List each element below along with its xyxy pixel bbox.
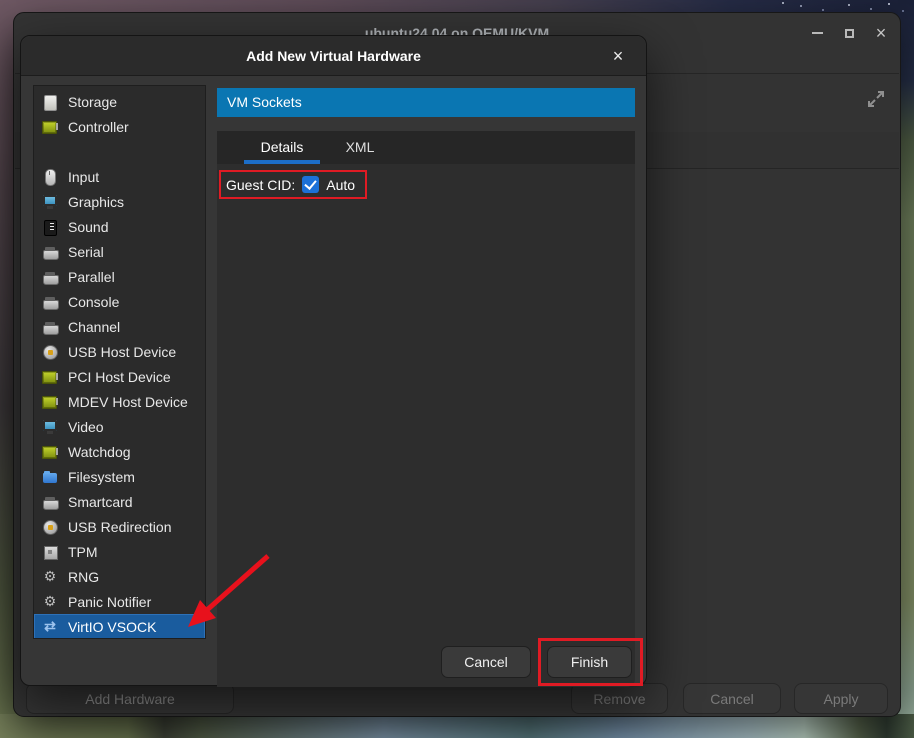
- auto-checkbox[interactable]: [302, 176, 319, 193]
- serial-icon: [42, 494, 58, 510]
- sidebar-item-label: Channel: [68, 319, 120, 335]
- vsock-icon: ⇄: [42, 619, 58, 635]
- sidebar-item-label: Console: [68, 294, 119, 310]
- monitor-icon: [42, 419, 58, 435]
- monitor-icon: [42, 194, 58, 210]
- sidebar-item-label: Filesystem: [68, 469, 135, 485]
- sidebar-item-label: Serial: [68, 244, 104, 260]
- remove-button[interactable]: Remove: [571, 683, 668, 714]
- guest-cid-annotation-box: Guest CID: Auto: [219, 170, 367, 199]
- serial-icon: [42, 244, 58, 260]
- sidebar-item-label: USB Redirection: [68, 519, 172, 535]
- maximize-icon[interactable]: [840, 24, 858, 42]
- usb-icon: [42, 344, 58, 360]
- sidebar-item-usb-host-device[interactable]: USB Host Device: [34, 339, 205, 364]
- chip-icon: [42, 444, 58, 460]
- sidebar-item-label: Watchdog: [68, 444, 131, 460]
- chip-icon: [42, 369, 58, 385]
- sidebar-item-graphics[interactable]: Graphics: [34, 189, 205, 214]
- sidebar-item-channel[interactable]: Channel: [34, 314, 205, 339]
- serial-icon: [42, 269, 58, 285]
- finish-button[interactable]: Finish: [547, 646, 632, 678]
- sidebar-item-controller[interactable]: Controller: [34, 114, 205, 139]
- sidebar-item-label: PCI Host Device: [68, 369, 171, 385]
- add-hardware-dialog: Add New Virtual Hardware × Storage Contr…: [20, 35, 647, 686]
- serial-icon: [42, 319, 58, 335]
- wallpaper-bottom: [0, 714, 914, 738]
- folder-icon: [42, 469, 58, 485]
- sidebar-item-storage[interactable]: Storage: [34, 89, 205, 114]
- details-pane: [217, 164, 635, 687]
- sidebar-item-label: Video: [68, 419, 104, 435]
- panel-header: VM Sockets: [217, 88, 635, 117]
- gear-icon: ⚙: [42, 594, 58, 610]
- tpm-icon: [42, 544, 58, 560]
- desktop: ubuntu24.04 on QEMU/KVM × Add Hardware R…: [0, 0, 914, 738]
- vm-window-controls: ×: [808, 13, 890, 53]
- serial-icon: [42, 294, 58, 310]
- sidebar-item-label: Storage: [68, 94, 117, 110]
- tab-details[interactable]: Details: [244, 131, 320, 164]
- vm-cancel-button[interactable]: Cancel: [683, 683, 781, 714]
- sidebar-item-label: TPM: [68, 544, 98, 560]
- minimize-icon[interactable]: [808, 24, 826, 42]
- storage-icon: [42, 94, 58, 110]
- sidebar-item-empty[interactable]: [34, 139, 205, 164]
- speaker-icon: [42, 219, 58, 235]
- sidebar-item-label: USB Host Device: [68, 344, 176, 360]
- sidebar-item-video[interactable]: Video: [34, 414, 205, 439]
- dialog-titlebar: Add New Virtual Hardware ×: [21, 36, 646, 76]
- sidebar-item-label: Parallel: [68, 269, 115, 285]
- sidebar-item-label: RNG: [68, 569, 99, 585]
- tab-bar: Details XML: [217, 131, 635, 164]
- sidebar-item-mdev-host-device[interactable]: MDEV Host Device: [34, 389, 205, 414]
- gear-icon: ⚙: [42, 569, 58, 585]
- sidebar-item-tpm[interactable]: TPM: [34, 539, 205, 564]
- sidebar-item-input[interactable]: Input: [34, 164, 205, 189]
- guest-cid-label: Guest CID:: [226, 177, 295, 193]
- sidebar-item-watchdog[interactable]: Watchdog: [34, 439, 205, 464]
- sidebar-item-parallel[interactable]: Parallel: [34, 264, 205, 289]
- tab-xml[interactable]: XML: [330, 131, 390, 164]
- sidebar-item-virtio-vsock[interactable]: ⇄ VirtIO VSOCK: [34, 614, 205, 639]
- sidebar-item-label: MDEV Host Device: [68, 394, 188, 410]
- dialog-close-icon[interactable]: ×: [604, 36, 632, 76]
- chip-icon: [42, 119, 58, 135]
- no-icon: [42, 144, 58, 160]
- chip-icon: [42, 394, 58, 410]
- dialog-title: Add New Virtual Hardware: [21, 36, 646, 76]
- sidebar-item-label: Sound: [68, 219, 108, 235]
- sidebar-item-console[interactable]: Console: [34, 289, 205, 314]
- auto-label: Auto: [326, 177, 355, 193]
- fullscreen-expand-icon[interactable]: [863, 86, 889, 112]
- apply-button[interactable]: Apply: [794, 683, 888, 714]
- sidebar-item-label: Panic Notifier: [68, 594, 151, 610]
- sidebar-item-usb-redirection[interactable]: USB Redirection: [34, 514, 205, 539]
- sidebar-item-label: Controller: [68, 119, 129, 135]
- sidebar-item-label: Smartcard: [68, 494, 133, 510]
- sidebar-item-label: Input: [68, 169, 99, 185]
- sidebar-item-sound[interactable]: Sound: [34, 214, 205, 239]
- close-icon[interactable]: ×: [872, 24, 890, 42]
- sidebar-item-label: Graphics: [68, 194, 124, 210]
- cancel-button[interactable]: Cancel: [441, 646, 531, 678]
- sidebar-item-pci-host-device[interactable]: PCI Host Device: [34, 364, 205, 389]
- usb-icon: [42, 519, 58, 535]
- sidebar-item-panic-notifier[interactable]: ⚙ Panic Notifier: [34, 589, 205, 614]
- sidebar-item-label: VirtIO VSOCK: [68, 619, 156, 635]
- mouse-icon: [42, 169, 58, 185]
- sidebar-item-smartcard[interactable]: Smartcard: [34, 489, 205, 514]
- sidebar-item-rng[interactable]: ⚙ RNG: [34, 564, 205, 589]
- hardware-type-list: Storage Controller Input Graphics Sound …: [33, 85, 206, 639]
- sidebar-item-serial[interactable]: Serial: [34, 239, 205, 264]
- add-hardware-button[interactable]: Add Hardware: [26, 683, 234, 714]
- sidebar-item-filesystem[interactable]: Filesystem: [34, 464, 205, 489]
